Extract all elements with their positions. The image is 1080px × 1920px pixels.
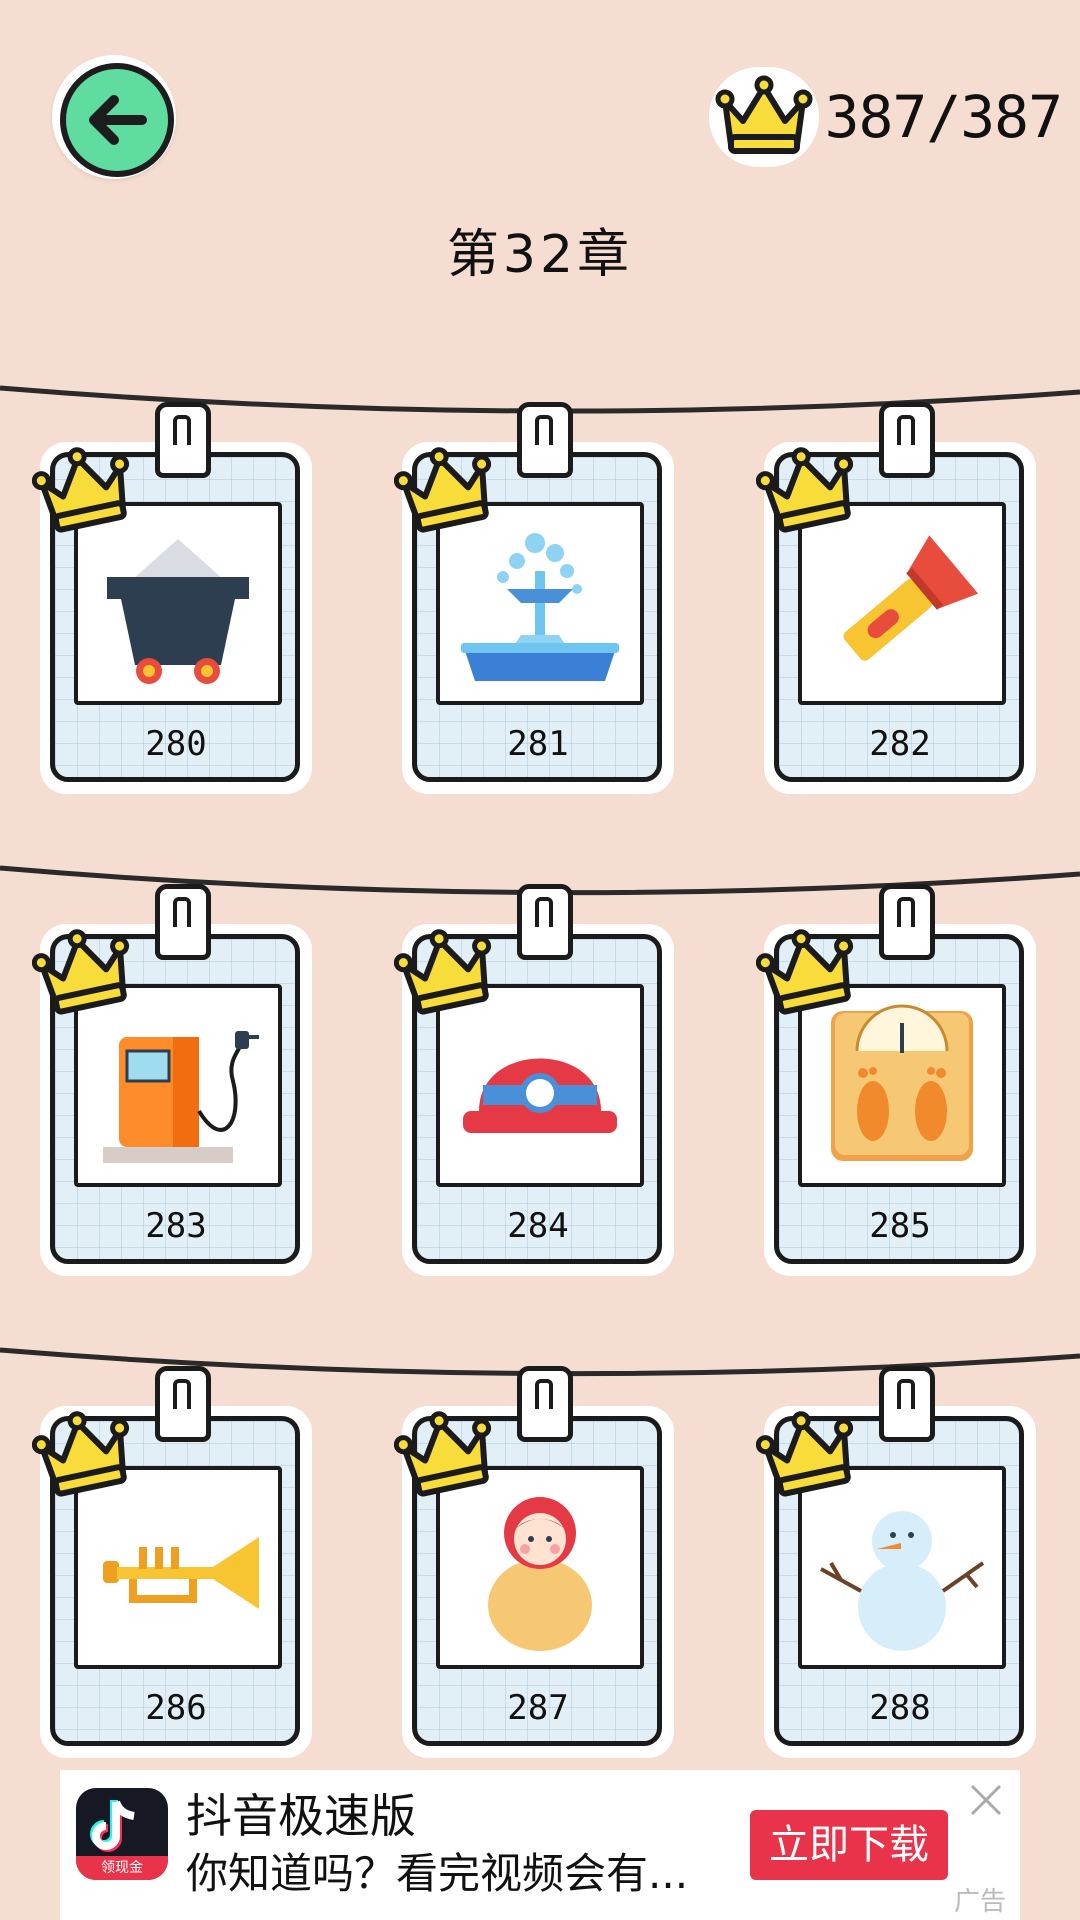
crown-icon: [756, 1411, 854, 1497]
level-number: 280: [145, 724, 207, 764]
crown-icon: [394, 1411, 492, 1497]
level-number: 287: [507, 1688, 569, 1728]
level-card[interactable]: 285: [756, 884, 1036, 1276]
download-button[interactable]: 立即下载: [750, 1810, 948, 1880]
level-card[interactable]: 280: [32, 402, 312, 794]
level-card[interactable]: 281: [394, 402, 674, 794]
ad-description: 你知道吗？看完视频会有...: [186, 1849, 689, 1898]
back-button[interactable]: [52, 55, 176, 179]
chapter-title: 第32章: [446, 225, 634, 285]
ad-app-name: 抖音极速版: [186, 1789, 416, 1843]
clip: [155, 884, 211, 960]
crown-icon: [756, 447, 854, 533]
level-number: 286: [145, 1688, 207, 1728]
crown-icon: [708, 67, 819, 167]
clip: [879, 402, 935, 478]
clip: [517, 884, 573, 960]
clip: [155, 1366, 211, 1442]
ad-banner[interactable]: 领现金 抖音极速版 你知道吗？看完视频会有... 立即下载 广告: [60, 1770, 1020, 1920]
crown-icon: [32, 929, 130, 1015]
crown-icon: [32, 1411, 130, 1497]
ad-label: 广告: [953, 1887, 1006, 1917]
app-badge: 领现金: [76, 1856, 168, 1880]
crown-icon: [394, 447, 492, 533]
level-number: 288: [869, 1688, 931, 1728]
level-number: 285: [869, 1206, 931, 1246]
level-number: 281: [507, 724, 569, 764]
arrow-left-icon: [60, 63, 174, 177]
level-card[interactable]: 283: [32, 884, 312, 1276]
level-number: 283: [145, 1206, 207, 1246]
clip: [517, 402, 573, 478]
level-card[interactable]: 282: [756, 402, 1036, 794]
level-card[interactable]: 286: [32, 1366, 312, 1758]
level-card[interactable]: 287: [394, 1366, 674, 1758]
tiktok-icon: [90, 1800, 135, 1852]
level-card[interactable]: 284: [394, 884, 674, 1276]
crown-count: 387/387: [824, 83, 1063, 151]
crown-icon: [32, 447, 130, 533]
crown-counter: 387/387: [708, 62, 1063, 172]
clip: [879, 884, 935, 960]
clip: [517, 1366, 573, 1442]
app-icon[interactable]: 领现金: [76, 1788, 168, 1880]
level-number: 282: [869, 724, 931, 764]
clip: [879, 1366, 935, 1442]
level-card[interactable]: 288: [756, 1366, 1036, 1758]
close-icon[interactable]: [966, 1780, 1006, 1820]
crown-icon: [756, 929, 854, 1015]
clip: [155, 402, 211, 478]
level-number: 284: [507, 1206, 569, 1246]
crown-icon: [394, 929, 492, 1015]
